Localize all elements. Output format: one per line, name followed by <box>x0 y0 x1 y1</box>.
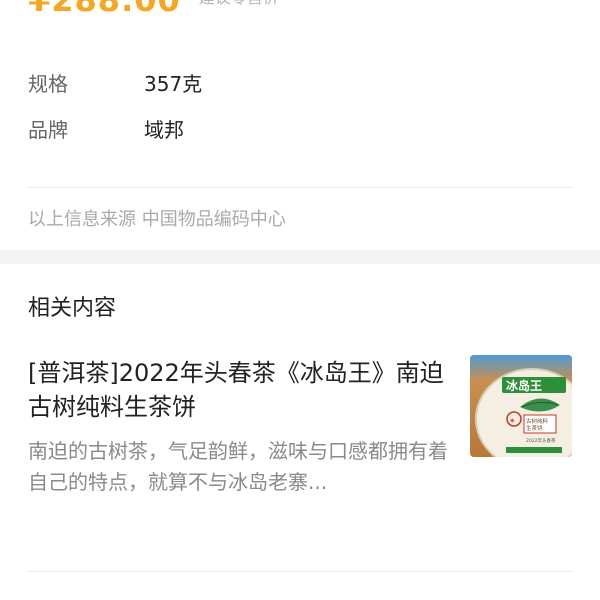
spec-value: 357克 <box>144 72 203 96</box>
price-row: ¥288.00 建议零售价 <box>28 0 279 20</box>
divider <box>28 187 572 188</box>
thumb-label-line-2: 生茶饼 <box>526 424 543 432</box>
thumb-brand-text: 冰岛王 <box>506 378 542 393</box>
product-detail-page: ¥288.00 建议零售价 规格 357克 品牌 域邦 以上信息来源 中国物品编码中… <box>0 0 600 600</box>
spec-label: 品牌 <box>28 118 68 142</box>
article-description: 南迫的古树茶，气足韵鲜，滋味与口感都拥有着自己的特点，就算不与冰岛老寨... <box>28 439 448 494</box>
svg-text:◈: ◈ <box>510 417 515 424</box>
divider <box>28 571 572 572</box>
spec-row-brand: 品牌 域邦 <box>28 116 184 144</box>
thumb-label-line-1: 古树纯料 <box>526 417 549 425</box>
spec-label: 规格 <box>28 72 68 96</box>
related-article-card[interactable]: [普洱茶]2022年头春茶《冰岛王》南迫古树纯料生茶饼 南迫的古树茶，气足韵鲜，… <box>28 355 572 498</box>
article-title[interactable]: [普洱茶]2022年头春茶《冰岛王》南迫古树纯料生茶饼 <box>28 356 448 424</box>
spec-row-size: 规格 357克 <box>28 70 202 98</box>
price-note: 建议零售价 <box>199 0 279 20</box>
price: ¥288.00 <box>28 0 181 19</box>
article-thumbnail[interactable]: 冰岛王 ◈ 古树纯料 生茶饼 2022年头春茶 <box>470 355 572 457</box>
thumb-small-text: 2022年头春茶 <box>526 437 556 444</box>
source-note: 以上信息来源 中国物品编码中心 <box>28 209 286 230</box>
related-section-title: 相关内容 <box>28 296 117 321</box>
spec-value: 域邦 <box>144 118 184 142</box>
tea-cake-image: 冰岛王 ◈ 古树纯料 生茶饼 2022年头春茶 <box>470 355 572 457</box>
section-separator <box>0 250 600 264</box>
